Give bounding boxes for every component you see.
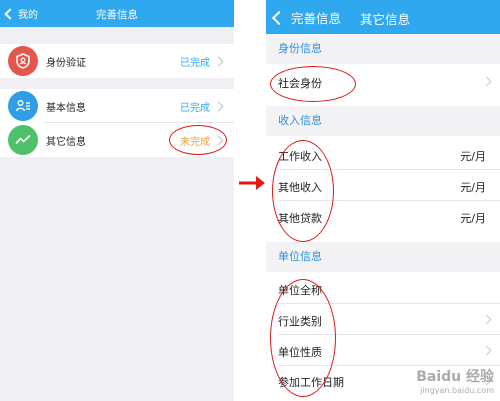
section-header-employer: 单位信息 bbox=[266, 242, 500, 272]
back-label: 完善信息 bbox=[291, 11, 342, 26]
chevron-right-icon bbox=[481, 76, 492, 87]
right-screen: 完善信息 其它信息 身份信息 社会身份 收入信息 工作收入 元/月 其他收入 元… bbox=[266, 0, 500, 401]
row-work-income[interactable]: 工作收入 元/月 bbox=[266, 140, 500, 170]
row-other-loans[interactable]: 其他贷款 元/月 bbox=[266, 202, 500, 232]
row-label: 行业类别 bbox=[278, 315, 322, 328]
divider bbox=[278, 334, 500, 335]
row-employer-name[interactable]: 单位全称 bbox=[266, 274, 500, 304]
left-screen: 我的 完善信息 身份验证 已完成 基本信息 已完成 其它信息 未完成 bbox=[0, 0, 234, 401]
right-navbar: 完善信息 其它信息 bbox=[266, 0, 500, 34]
section-title: 身份信息 bbox=[278, 42, 322, 55]
chevron-right-icon bbox=[213, 56, 224, 66]
trend-line-icon bbox=[8, 125, 38, 155]
chevron-right-icon bbox=[481, 314, 492, 325]
row-other-income[interactable]: 其他收入 元/月 bbox=[266, 171, 500, 201]
watermark: Baidu 经验 jingyan.baidu.com bbox=[416, 366, 494, 395]
watermark-text: Baidu 经验 bbox=[416, 369, 494, 385]
section-header-identity: 身份信息 bbox=[266, 34, 500, 64]
item-label: 基本信息 bbox=[46, 102, 86, 114]
person-card-icon bbox=[8, 91, 38, 121]
divider bbox=[278, 169, 500, 170]
page-title: 完善信息 bbox=[96, 9, 138, 21]
status-text: 已完成 bbox=[180, 102, 210, 114]
row-label: 其他收入 bbox=[278, 181, 322, 194]
item-label: 其它信息 bbox=[46, 136, 86, 148]
row-label: 社会身份 bbox=[278, 77, 322, 90]
chevron-left-icon bbox=[271, 10, 287, 25]
chevron-right-icon bbox=[213, 101, 224, 111]
item-label: 身份验证 bbox=[46, 57, 86, 69]
section-header-income: 收入信息 bbox=[266, 106, 500, 136]
chevron-right-icon bbox=[213, 135, 224, 145]
row-unit: 元/月 bbox=[460, 212, 486, 225]
row-label: 参加工作日期 bbox=[278, 376, 344, 389]
row-unit: 元/月 bbox=[460, 181, 486, 194]
divider bbox=[278, 200, 500, 201]
page-title: 其它信息 bbox=[360, 12, 411, 27]
watermark-url: jingyan.baidu.com bbox=[420, 386, 494, 395]
shield-icon bbox=[8, 46, 38, 76]
row-label: 单位性质 bbox=[278, 346, 322, 359]
section-title: 收入信息 bbox=[278, 114, 322, 127]
row-label: 其他贷款 bbox=[278, 212, 322, 225]
watermark-logo: Baidu 经验 bbox=[416, 366, 494, 386]
row-unit: 元/月 bbox=[460, 150, 486, 163]
section-title: 单位信息 bbox=[278, 250, 322, 263]
row-social-identity[interactable]: 社会身份 bbox=[266, 64, 500, 98]
list-item-basic[interactable]: 基本信息 已完成 bbox=[0, 89, 234, 123]
chevron-right-icon bbox=[481, 345, 492, 356]
back-button[interactable]: 完善信息 bbox=[271, 8, 342, 27]
list-item-identity[interactable]: 身份验证 已完成 bbox=[0, 44, 234, 78]
left-navbar: 我的 完善信息 bbox=[0, 0, 234, 27]
row-label: 单位全称 bbox=[278, 284, 322, 297]
row-label: 工作收入 bbox=[278, 150, 322, 163]
row-employer-type[interactable]: 单位性质 bbox=[266, 336, 500, 366]
verification-card: 身份验证 已完成 bbox=[0, 44, 234, 78]
red-arrow-icon bbox=[239, 176, 265, 190]
divider bbox=[278, 303, 500, 304]
row-industry[interactable]: 行业类别 bbox=[266, 305, 500, 335]
list-item-other[interactable]: 其它信息 未完成 bbox=[0, 123, 234, 157]
status-text: 未完成 bbox=[180, 136, 210, 148]
status-text: 已完成 bbox=[180, 57, 210, 69]
info-card: 基本信息 已完成 其它信息 未完成 bbox=[0, 89, 234, 157]
